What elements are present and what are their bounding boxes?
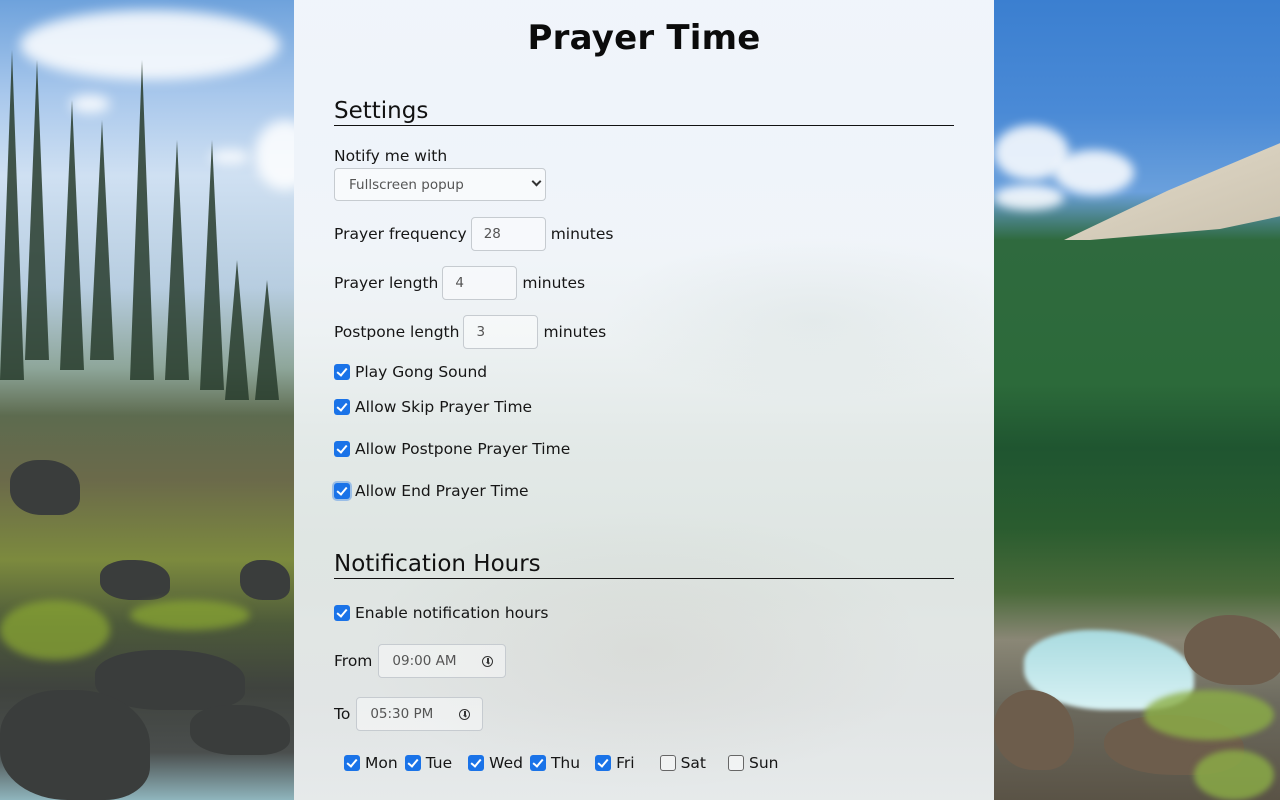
postpone-input[interactable] bbox=[463, 314, 539, 349]
frequency-row: Prayer frequency minutes bbox=[334, 216, 954, 251]
day-fri-label: Fri bbox=[616, 754, 635, 772]
day-sun[interactable]: Sun bbox=[727, 754, 779, 772]
day-sat-checkbox[interactable] bbox=[659, 755, 676, 771]
gong-sound-checkbox[interactable] bbox=[334, 364, 350, 380]
notification-hours-heading: Notification Hours bbox=[334, 550, 954, 579]
to-time-value: 05:30 PM bbox=[370, 706, 434, 722]
clock-icon[interactable] bbox=[482, 655, 494, 667]
postpone-prayer-option[interactable]: Allow Postpone Prayer Time bbox=[334, 428, 954, 470]
day-wed-checkbox[interactable] bbox=[468, 755, 485, 771]
clock-icon[interactable] bbox=[459, 708, 471, 720]
postpone-row: Postpone length minutes bbox=[334, 314, 954, 349]
frequency-label: Prayer frequency bbox=[334, 224, 467, 243]
day-wed[interactable]: Wed bbox=[468, 754, 523, 772]
settings-panel: Prayer Time Settings Notify me with Full… bbox=[294, 0, 994, 800]
day-thu-checkbox[interactable] bbox=[529, 755, 546, 771]
enable-hours-option[interactable]: Enable notification hours bbox=[334, 601, 954, 625]
frequency-unit: minutes bbox=[550, 224, 614, 243]
postpone-label: Postpone length bbox=[334, 322, 460, 341]
gong-sound-option[interactable]: Play Gong Sound bbox=[334, 358, 954, 386]
to-label: To bbox=[334, 705, 351, 723]
notification-hours-section: Notification Hours Enable notification h… bbox=[334, 550, 954, 775]
end-prayer-option[interactable]: Allow End Prayer Time bbox=[334, 470, 954, 512]
notify-label: Notify me with bbox=[334, 147, 448, 165]
postpone-unit: minutes bbox=[543, 322, 607, 341]
day-fri-checkbox[interactable] bbox=[595, 755, 612, 771]
postpone-prayer-label: Allow Postpone Prayer Time bbox=[355, 440, 571, 458]
from-time-input[interactable]: 09:00 AM bbox=[378, 644, 507, 678]
day-tue-label: Tue bbox=[425, 754, 453, 772]
to-time-row: To 05:30 PM bbox=[334, 697, 954, 731]
length-row: Prayer length minutes bbox=[334, 265, 954, 300]
enable-hours-checkbox[interactable] bbox=[334, 605, 350, 621]
weekday-selector: Mon Tue Wed Thu Fri Sat Sun bbox=[334, 751, 954, 775]
notify-field: Notify me with Fullscreen popup bbox=[334, 146, 954, 201]
skip-prayer-option[interactable]: Allow Skip Prayer Time bbox=[334, 386, 954, 428]
day-thu[interactable]: Thu bbox=[529, 754, 581, 772]
skip-prayer-checkbox[interactable] bbox=[334, 399, 350, 415]
from-time-value: 09:00 AM bbox=[392, 653, 457, 669]
settings-section: Settings Notify me with Fullscreen popup… bbox=[334, 97, 954, 512]
day-sun-checkbox[interactable] bbox=[727, 755, 744, 771]
end-prayer-checkbox[interactable] bbox=[334, 483, 350, 499]
day-sun-label: Sun bbox=[748, 754, 779, 772]
day-sat-label: Sat bbox=[680, 754, 706, 772]
day-tue-checkbox[interactable] bbox=[404, 755, 421, 771]
from-time-row: From 09:00 AM bbox=[334, 644, 954, 678]
day-thu-label: Thu bbox=[550, 754, 581, 772]
postpone-prayer-checkbox[interactable] bbox=[334, 441, 350, 457]
length-label: Prayer length bbox=[334, 273, 439, 292]
day-mon-label: Mon bbox=[365, 754, 398, 772]
day-sat[interactable]: Sat bbox=[659, 754, 706, 772]
to-time-input[interactable]: 05:30 PM bbox=[356, 697, 484, 731]
day-mon[interactable]: Mon bbox=[344, 754, 398, 772]
day-fri[interactable]: Fri bbox=[595, 754, 635, 772]
length-unit: minutes bbox=[522, 273, 586, 292]
notify-method-select[interactable]: Fullscreen popup bbox=[334, 168, 546, 201]
from-label: From bbox=[334, 652, 373, 670]
frequency-input[interactable] bbox=[470, 216, 546, 251]
settings-heading: Settings bbox=[334, 97, 954, 126]
day-mon-checkbox[interactable] bbox=[344, 755, 360, 771]
day-wed-label: Wed bbox=[489, 754, 523, 772]
background-image-right bbox=[994, 0, 1280, 800]
length-input[interactable] bbox=[442, 265, 518, 300]
end-prayer-label: Allow End Prayer Time bbox=[355, 482, 529, 500]
background-image-left bbox=[0, 0, 294, 800]
enable-hours-label: Enable notification hours bbox=[355, 604, 549, 622]
page-title: Prayer Time bbox=[527, 18, 761, 58]
day-tue[interactable]: Tue bbox=[404, 754, 453, 772]
gong-sound-label: Play Gong Sound bbox=[355, 363, 488, 381]
skip-prayer-label: Allow Skip Prayer Time bbox=[355, 398, 533, 416]
